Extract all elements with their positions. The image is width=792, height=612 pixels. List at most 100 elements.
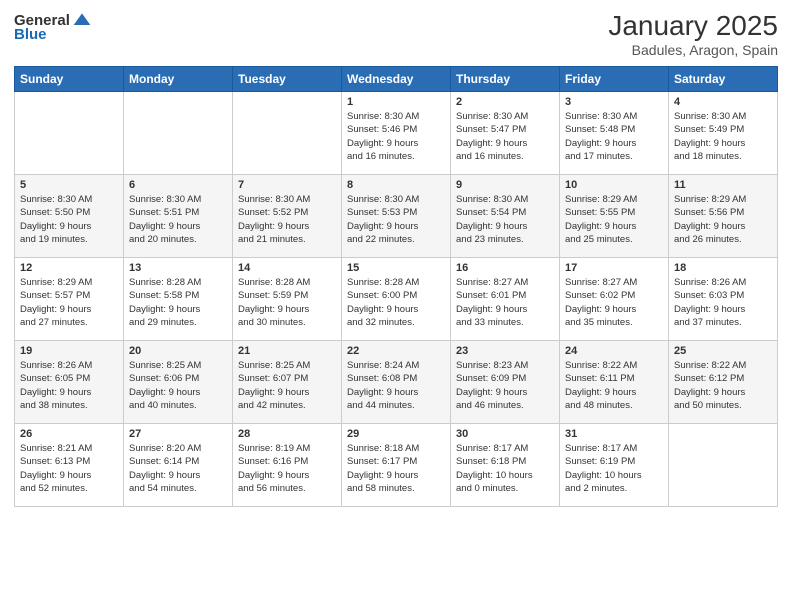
day-number: 22 — [347, 345, 445, 357]
cell-info: Sunrise: 8:29 AM Sunset: 5:55 PM Dayligh… — [565, 193, 663, 246]
logo: General Blue — [14, 10, 92, 43]
cell-info: Sunrise: 8:30 AM Sunset: 5:49 PM Dayligh… — [674, 110, 772, 163]
week-row-3: 19Sunrise: 8:26 AM Sunset: 6:05 PM Dayli… — [15, 341, 778, 424]
calendar-cell: 26 Sunrise: 8:21 AM Sunset: 6:13 PM Dayli… — [15, 424, 124, 507]
day-number: 14 — [238, 262, 336, 274]
day-number: 16 — [456, 262, 554, 274]
calendar-cell: 2 Sunrise: 8:30 AM Sunset: 5:47 PM Daylig… — [451, 92, 560, 175]
day-number: 18 — [674, 262, 772, 274]
calendar-cell: 9Sunrise: 8:30 AM Sunset: 5:54 PM Daylig… — [451, 175, 560, 258]
day-number: 26 — [20, 428, 118, 440]
day-number: 10 — [565, 179, 663, 191]
logo-blue: Blue — [14, 26, 47, 43]
week-row-4: 26 Sunrise: 8:21 AM Sunset: 6:13 PM Dayli… — [15, 424, 778, 507]
header-monday: Monday — [124, 67, 233, 92]
header: General Blue January 2025 Badules, Arago… — [14, 10, 778, 58]
calendar-cell: 14 Sunrise: 8:28 AM Sunset: 5:59 PM Dayli… — [233, 258, 342, 341]
day-number: 13 — [129, 262, 227, 274]
calendar-cell — [15, 92, 124, 175]
cell-info: Sunrise: 8:30 AM Sunset: 5:47 PM Dayligh… — [456, 110, 554, 163]
day-number: 20 — [129, 345, 227, 357]
day-number: 8 — [347, 179, 445, 191]
calendar-cell: 25Sunrise: 8:22 AM Sunset: 6:12 PM Dayli… — [669, 341, 778, 424]
cell-info: Sunrise: 8:28 AM Sunset: 6:00 PM Dayligh… — [347, 276, 445, 329]
page: General Blue January 2025 Badules, Arago… — [0, 0, 792, 612]
day-number: 29 — [347, 428, 445, 440]
calendar-cell: 28Sunrise: 8:19 AM Sunset: 6:16 PM Dayli… — [233, 424, 342, 507]
day-number: 11 — [674, 179, 772, 191]
header-saturday: Saturday — [669, 67, 778, 92]
cell-info: Sunrise: 8:22 AM Sunset: 6:11 PM Dayligh… — [565, 359, 663, 412]
cell-info: Sunrise: 8:17 AM Sunset: 6:18 PM Dayligh… — [456, 442, 554, 495]
cell-info: Sunrise: 8:30 AM Sunset: 5:53 PM Dayligh… — [347, 193, 445, 246]
calendar-cell: 22 Sunrise: 8:24 AM Sunset: 6:08 PM Dayli… — [342, 341, 451, 424]
day-number: 21 — [238, 345, 336, 357]
calendar-cell — [669, 424, 778, 507]
day-number: 3 — [565, 96, 663, 108]
calendar-cell: 10 Sunrise: 8:29 AM Sunset: 5:55 PM Dayli… — [560, 175, 669, 258]
calendar-cell: 18 Sunrise: 8:26 AM Sunset: 6:03 PM Dayli… — [669, 258, 778, 341]
cell-info: Sunrise: 8:26 AM Sunset: 6:03 PM Dayligh… — [674, 276, 772, 329]
calendar-cell: 23 Sunrise: 8:23 AM Sunset: 6:09 PM Dayli… — [451, 341, 560, 424]
cell-info: Sunrise: 8:30 AM Sunset: 5:54 PM Dayligh… — [456, 193, 554, 246]
cell-info: Sunrise: 8:27 AM Sunset: 6:01 PM Dayligh… — [456, 276, 554, 329]
cell-info: Sunrise: 8:30 AM Sunset: 5:52 PM Dayligh… — [238, 193, 336, 246]
day-number: 28 — [238, 428, 336, 440]
calendar-cell: 12 Sunrise: 8:29 AM Sunset: 5:57 PM Dayli… — [15, 258, 124, 341]
cell-info: Sunrise: 8:30 AM Sunset: 5:46 PM Dayligh… — [347, 110, 445, 163]
cell-info: Sunrise: 8:29 AM Sunset: 5:56 PM Dayligh… — [674, 193, 772, 246]
calendar-cell: 24 Sunrise: 8:22 AM Sunset: 6:11 PM Dayli… — [560, 341, 669, 424]
calendar-cell — [124, 92, 233, 175]
day-number: 30 — [456, 428, 554, 440]
calendar-cell — [233, 92, 342, 175]
day-number: 31 — [565, 428, 663, 440]
day-number: 2 — [456, 96, 554, 108]
header-tuesday: Tuesday — [233, 67, 342, 92]
day-number: 23 — [456, 345, 554, 357]
calendar-cell: 11 Sunrise: 8:29 AM Sunset: 5:56 PM Dayli… — [669, 175, 778, 258]
cell-info: Sunrise: 8:18 AM Sunset: 6:17 PM Dayligh… — [347, 442, 445, 495]
weekday-header-row: Sunday Monday Tuesday Wednesday Thursday… — [15, 67, 778, 92]
calendar-cell: 1 Sunrise: 8:30 AM Sunset: 5:46 PM Daylig… — [342, 92, 451, 175]
calendar-cell: 20Sunrise: 8:25 AM Sunset: 6:06 PM Dayli… — [124, 341, 233, 424]
calendar-cell: 19Sunrise: 8:26 AM Sunset: 6:05 PM Dayli… — [15, 341, 124, 424]
cell-info: Sunrise: 8:30 AM Sunset: 5:51 PM Dayligh… — [129, 193, 227, 246]
location-title: Badules, Aragon, Spain — [608, 42, 778, 58]
cell-info: Sunrise: 8:24 AM Sunset: 6:08 PM Dayligh… — [347, 359, 445, 412]
day-number: 15 — [347, 262, 445, 274]
cell-info: Sunrise: 8:27 AM Sunset: 6:02 PM Dayligh… — [565, 276, 663, 329]
calendar-cell: 4 Sunrise: 8:30 AM Sunset: 5:49 PM Daylig… — [669, 92, 778, 175]
header-sunday: Sunday — [15, 67, 124, 92]
calendar-cell: 7 Sunrise: 8:30 AM Sunset: 5:52 PM Daylig… — [233, 175, 342, 258]
day-number: 17 — [565, 262, 663, 274]
cell-info: Sunrise: 8:20 AM Sunset: 6:14 PM Dayligh… — [129, 442, 227, 495]
day-number: 12 — [20, 262, 118, 274]
calendar-cell: 6Sunrise: 8:30 AM Sunset: 5:51 PM Daylig… — [124, 175, 233, 258]
week-row-1: 5 Sunrise: 8:30 AM Sunset: 5:50 PM Daylig… — [15, 175, 778, 258]
day-number: 19 — [20, 345, 118, 357]
calendar-cell: 17 Sunrise: 8:27 AM Sunset: 6:02 PM Dayli… — [560, 258, 669, 341]
calendar-cell: 16 Sunrise: 8:27 AM Sunset: 6:01 PM Dayli… — [451, 258, 560, 341]
day-number: 24 — [565, 345, 663, 357]
cell-info: Sunrise: 8:28 AM Sunset: 5:59 PM Dayligh… — [238, 276, 336, 329]
cell-info: Sunrise: 8:23 AM Sunset: 6:09 PM Dayligh… — [456, 359, 554, 412]
cell-info: Sunrise: 8:17 AM Sunset: 6:19 PM Dayligh… — [565, 442, 663, 495]
cell-info: Sunrise: 8:28 AM Sunset: 5:58 PM Dayligh… — [129, 276, 227, 329]
cell-info: Sunrise: 8:21 AM Sunset: 6:13 PM Dayligh… — [20, 442, 118, 495]
day-number: 7 — [238, 179, 336, 191]
calendar-cell: 29 Sunrise: 8:18 AM Sunset: 6:17 PM Dayli… — [342, 424, 451, 507]
cell-info: Sunrise: 8:29 AM Sunset: 5:57 PM Dayligh… — [20, 276, 118, 329]
cell-info: Sunrise: 8:30 AM Sunset: 5:50 PM Dayligh… — [20, 193, 118, 246]
cell-info: Sunrise: 8:22 AM Sunset: 6:12 PM Dayligh… — [674, 359, 772, 412]
day-number: 27 — [129, 428, 227, 440]
month-title: January 2025 — [608, 10, 778, 42]
calendar-cell: 8 Sunrise: 8:30 AM Sunset: 5:53 PM Daylig… — [342, 175, 451, 258]
cell-info: Sunrise: 8:30 AM Sunset: 5:48 PM Dayligh… — [565, 110, 663, 163]
day-number: 1 — [347, 96, 445, 108]
day-number: 5 — [20, 179, 118, 191]
calendar-cell: 5 Sunrise: 8:30 AM Sunset: 5:50 PM Daylig… — [15, 175, 124, 258]
day-number: 4 — [674, 96, 772, 108]
title-block: January 2025 Badules, Aragon, Spain — [608, 10, 778, 58]
calendar-table: Sunday Monday Tuesday Wednesday Thursday… — [14, 66, 778, 507]
week-row-2: 12 Sunrise: 8:29 AM Sunset: 5:57 PM Dayli… — [15, 258, 778, 341]
